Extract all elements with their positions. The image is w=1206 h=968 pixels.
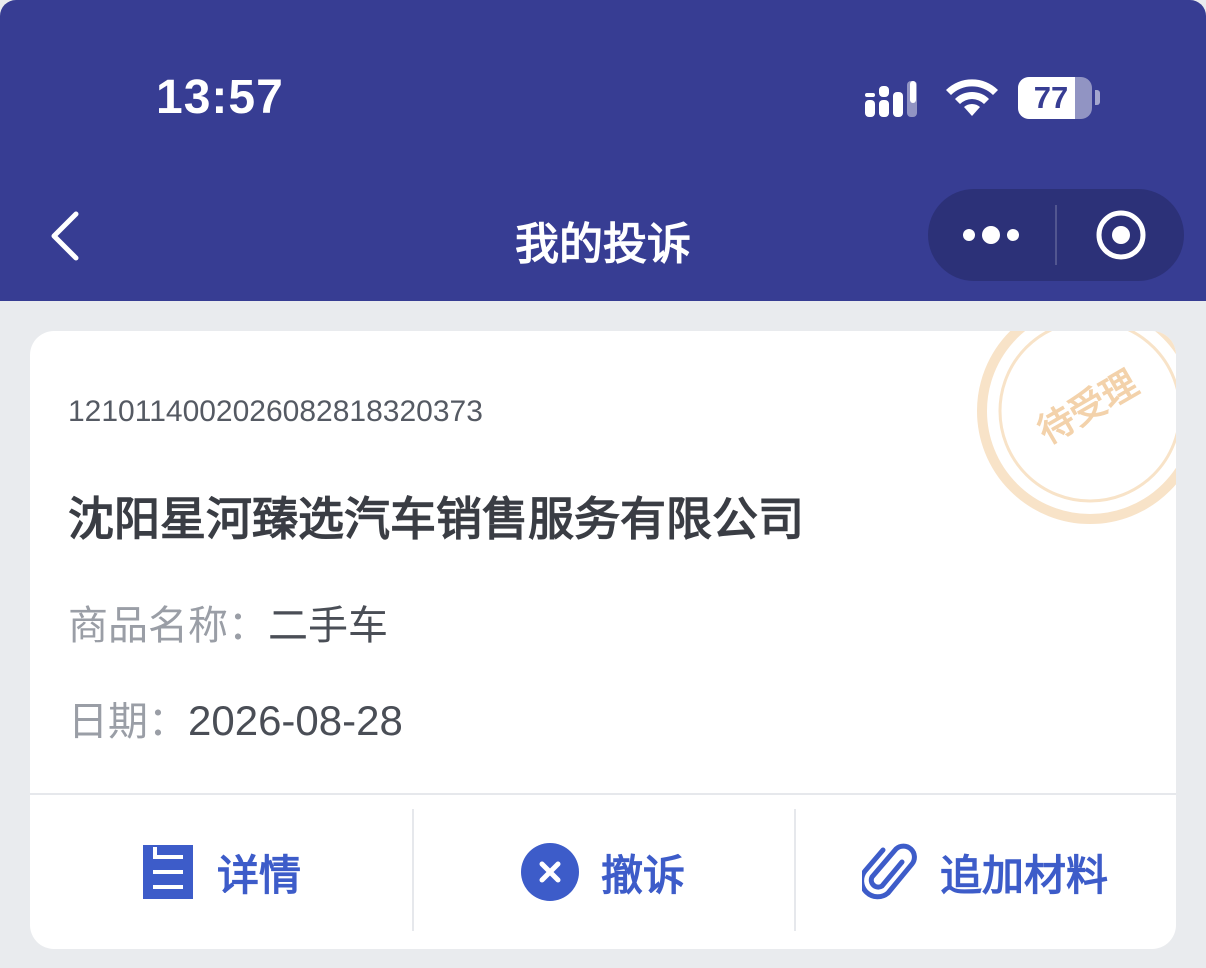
status-stamp: 待受理: [977, 331, 1176, 524]
more-dots-icon: [963, 226, 1019, 244]
battery-icon: 77: [1018, 77, 1092, 119]
complaint-card[interactable]: 待受理 12101140020260828183203​73 沈阳星河臻选汽车销…: [30, 331, 1176, 949]
signal-icon: [865, 81, 917, 117]
target-circle-icon: [1096, 210, 1146, 260]
company-name: 沈阳星河臻选汽车销售服务有限公司: [68, 492, 804, 546]
status-stamp-text: 待受理: [1031, 363, 1145, 453]
more-button[interactable]: [928, 189, 1055, 281]
paperclip-icon: [861, 843, 917, 900]
complaint-number: 12101140020260828183203​73: [68, 395, 483, 428]
battery-level: 77: [1033, 80, 1069, 115]
withdraw-button[interactable]: 撤诉: [412, 795, 794, 949]
close-circle-icon: [520, 843, 579, 901]
product-label: 商品名称：: [68, 603, 268, 649]
product-value: 二手车: [268, 603, 388, 649]
withdraw-label: 撤诉: [600, 850, 685, 900]
close-miniprogram-button[interactable]: [1057, 189, 1184, 281]
details-button[interactable]: 详情: [30, 795, 412, 949]
details-label: 详情: [216, 850, 301, 900]
add-materials-label: 追加材料: [939, 850, 1108, 900]
date-label: 日期：: [68, 699, 188, 745]
date-value: 2026-08-28: [188, 697, 403, 744]
date-row: 日期：2026-08-28: [68, 689, 403, 747]
wifi-icon: [946, 79, 998, 116]
status-time: 13:57: [156, 71, 284, 124]
product-row: 商品名称：二手车: [68, 593, 388, 651]
add-materials-button[interactable]: 追加材料: [794, 795, 1176, 949]
miniprogram-capsule: [928, 189, 1184, 281]
document-icon: [142, 845, 193, 899]
app-header: 13:57 77 我的投诉: [0, 0, 1206, 301]
battery-tip: [1095, 90, 1100, 105]
card-actions: 详情 撤诉 追加材料: [30, 795, 1176, 949]
